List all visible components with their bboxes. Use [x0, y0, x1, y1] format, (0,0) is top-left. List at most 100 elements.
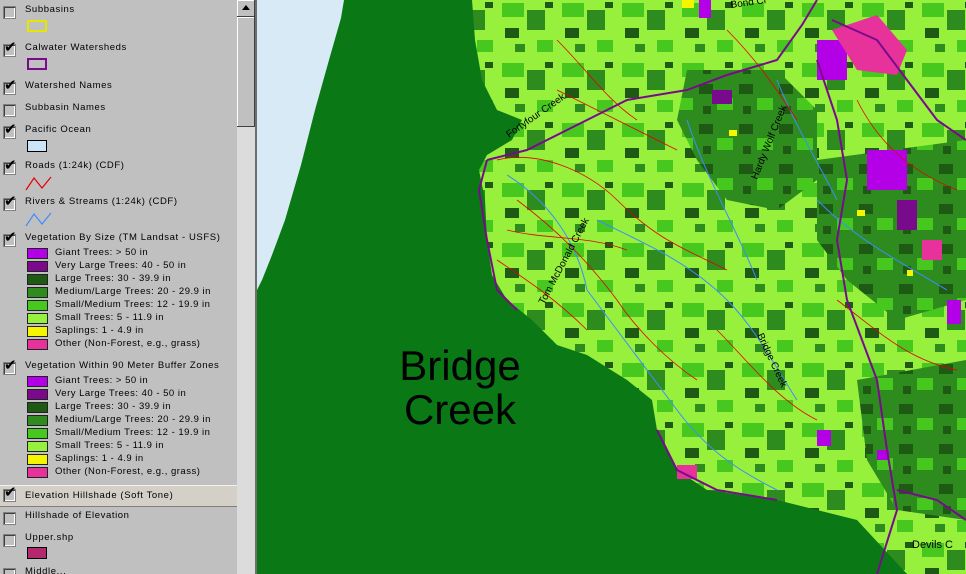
layer-elevation-hillshade[interactable]: ✔ Elevation Hillshade (Soft Tone) — [0, 485, 237, 507]
legend-row-buffer-giant: Giant Trees: > 50 in — [27, 375, 237, 388]
check-icon: ✔ — [4, 356, 17, 374]
layer-subbasin-names: Subbasin Names — [0, 102, 237, 120]
legend-text: Saplings: 1 - 4.9 in — [55, 325, 144, 336]
layer-checkbox-subbasins[interactable] — [3, 6, 16, 19]
layer-label-watershed-names: Watershed Names — [25, 80, 113, 91]
veg-giant-patch — [817, 430, 831, 446]
layer-checkbox-hillshade-soft[interactable]: ✔ — [3, 485, 17, 502]
legend-row-veg-saplings: Saplings: 1 - 4.9 in — [27, 325, 237, 338]
legend-text: Small/Medium Trees: 12 - 19.9 in — [55, 427, 211, 438]
watershed-name-line-2: Creek — [403, 386, 517, 433]
layer-label-roads: Roads (1:24k) (CDF) — [25, 160, 125, 171]
legend-row-buffer-small-medium: Small/Medium Trees: 12 - 19.9 in — [27, 427, 237, 440]
road-line-symbol — [25, 176, 52, 191]
layer-middle: Middle... — [0, 566, 237, 574]
veg-other-patch — [922, 240, 942, 260]
legend-text: Giant Trees: > 50 in — [55, 247, 149, 258]
veg-sapling-patch — [682, 0, 694, 8]
legend-row-buffer-saplings: Saplings: 1 - 4.9 in — [27, 453, 237, 466]
creek-label-devils: Devils C — [912, 539, 953, 551]
legend-scrollbar[interactable] — [237, 0, 255, 574]
scroll-up-button[interactable] — [237, 0, 255, 17]
check-icon: ✔ — [4, 120, 17, 138]
legend-row-veg-small: Small Trees: 5 - 11.9 in — [27, 312, 237, 325]
layer-vegetation-by-size: ✔ Vegetation By Size (TM Landsat - USFS)… — [0, 230, 237, 358]
legend-row-veg-other: Other (Non-Forest, e.g., grass) — [27, 338, 237, 351]
legend-text: Large Trees: 30 - 39.9 in — [55, 401, 172, 412]
layer-vegetation-buffer: ✔ Vegetation Within 90 Meter Buffer Zone… — [0, 358, 237, 484]
legend-swatch — [27, 415, 48, 426]
layer-label-hillshade-soft: Elevation Hillshade (Soft Tone) — [25, 490, 174, 501]
layer-label-middle: Middle... — [25, 566, 67, 574]
layer-checkbox-pacific-ocean[interactable]: ✔ — [3, 122, 17, 139]
check-icon: ✔ — [4, 192, 17, 210]
veg-sapling-patch — [907, 270, 913, 276]
map-graphic: Bond Cr Fortyfour Creek Hardy Wolf Creek… — [257, 0, 966, 574]
legend-text: Small Trees: 5 - 11.9 in — [55, 440, 164, 451]
scroll-thumb[interactable] — [237, 17, 255, 127]
legend-swatch — [27, 287, 48, 298]
legend-text: Very Large Trees: 40 - 50 in — [55, 260, 187, 271]
legend-text: Saplings: 1 - 4.9 in — [55, 453, 144, 464]
layer-checkbox-middle[interactable] — [3, 568, 16, 574]
layer-hillshade-of-elevation: Hillshade of Elevation — [0, 510, 237, 528]
layer-label-calwater: Calwater Watersheds — [25, 42, 127, 53]
layer-label-upper: Upper.shp — [25, 532, 74, 543]
veg-very-large-patch — [712, 90, 732, 104]
layer-checkbox-roads[interactable]: ✔ — [3, 158, 17, 175]
legend-text: Small/Medium Trees: 12 - 19.9 in — [55, 299, 211, 310]
check-icon: ✔ — [4, 483, 17, 501]
layer-label-vegetation: Vegetation By Size (TM Landsat - USFS) — [25, 232, 221, 243]
legend-row-buffer-small: Small Trees: 5 - 11.9 in — [27, 440, 237, 453]
legend-swatch — [27, 261, 48, 272]
veg-sapling-patch — [729, 130, 737, 136]
check-icon: ✔ — [4, 228, 17, 246]
ocean-fill-symbol — [27, 140, 47, 152]
legend-text: Other (Non-Forest, e.g., grass) — [55, 338, 201, 349]
veg-sapling-patch — [857, 210, 865, 216]
watershed-name-label: Bridge Creek — [390, 344, 530, 432]
legend-row-veg-large: Large Trees: 30 - 39.9 in — [27, 273, 237, 286]
subbasin-outline-symbol — [27, 20, 47, 32]
layer-calwater-watersheds: ✔ Calwater Watersheds — [0, 40, 237, 78]
legend-text: Medium/Large Trees: 20 - 29.9 in — [55, 414, 211, 425]
legend-text: Giant Trees: > 50 in — [55, 375, 149, 386]
legend-swatch — [27, 441, 48, 452]
layer-pacific-ocean: ✔ Pacific Ocean — [0, 122, 237, 154]
layer-rivers-streams: ✔ Rivers & Streams (1:24k) (CDF) — [0, 194, 237, 230]
layer-watershed-names: ✔ Watershed Names — [0, 78, 237, 98]
upper-fill-symbol — [27, 547, 47, 559]
layer-checkbox-hillshade[interactable] — [3, 512, 16, 525]
watershed-outline-symbol — [27, 58, 47, 70]
veg-giant-patch — [699, 0, 711, 18]
layer-checkbox-watershed-names[interactable]: ✔ — [3, 78, 17, 95]
layer-roads: ✔ Roads (1:24k) (CDF) — [0, 158, 237, 194]
layer-checkbox-subbasin-names[interactable] — [3, 104, 16, 117]
layer-subbasins: Subbasins — [0, 4, 237, 40]
legend-swatch — [27, 376, 48, 387]
layer-label-hillshade: Hillshade of Elevation — [25, 510, 130, 521]
veg-giant-patch — [947, 300, 961, 324]
legend-text: Large Trees: 30 - 39.9 in — [55, 273, 172, 284]
layer-checkbox-vegetation[interactable]: ✔ — [3, 230, 17, 247]
legend-text: Other (Non-Forest, e.g., grass) — [55, 466, 201, 477]
layer-label-subbasin-names: Subbasin Names — [25, 102, 106, 113]
check-icon: ✔ — [4, 76, 17, 94]
scroll-track[interactable] — [237, 127, 255, 574]
layer-checkbox-upper[interactable] — [3, 534, 16, 547]
layer-checkbox-calwater[interactable]: ✔ — [3, 40, 17, 57]
layer-checkbox-rivers[interactable]: ✔ — [3, 194, 17, 211]
legend-swatch — [27, 428, 48, 439]
legend-row-veg-medium-large: Medium/Large Trees: 20 - 29.9 in — [27, 286, 237, 299]
watershed-name-line-1: Bridge — [399, 342, 521, 389]
legend-swatch — [27, 274, 48, 285]
layer-label-pacific-ocean: Pacific Ocean — [25, 124, 92, 135]
legend-swatch — [27, 300, 48, 311]
layer-checkbox-veg-buffer[interactable]: ✔ — [3, 358, 17, 375]
map-canvas[interactable]: Bond Cr Fortyfour Creek Hardy Wolf Creek… — [257, 0, 966, 574]
table-of-contents-panel: Subbasins ✔ Calwater Watersheds ✔ Waters… — [0, 0, 237, 574]
legend-row-buffer-very-large: Very Large Trees: 40 - 50 in — [27, 388, 237, 401]
legend-swatch — [27, 467, 48, 478]
legend-text: Small Trees: 5 - 11.9 in — [55, 312, 164, 323]
arrow-up-icon — [242, 5, 250, 10]
